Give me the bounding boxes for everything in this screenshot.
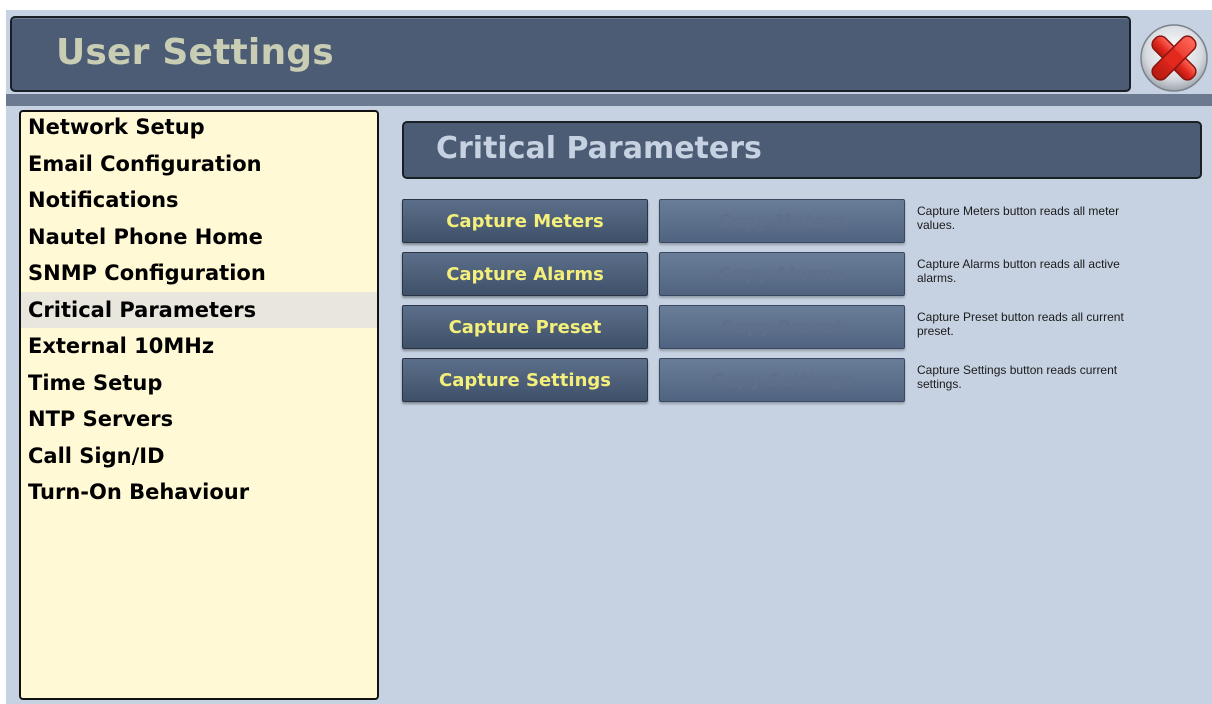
panel-title: Critical Parameters [436, 131, 762, 166]
capture-meters-description: Capture Meters button reads all meter va… [917, 204, 1120, 232]
sidebar-item-external-10mhz[interactable]: External 10MHz [21, 328, 377, 365]
panel-header: Critical Parameters [402, 121, 1202, 179]
settings-sidebar: Network Setup Email Configuration Notifi… [19, 110, 379, 700]
capture-preset-description: Capture Preset button reads all current … [917, 310, 1124, 338]
sidebar-item-turn-on-behaviour[interactable]: Turn-On Behaviour [21, 474, 377, 511]
copy-meters-button[interactable]: Copy Meters [659, 199, 905, 243]
title-bar: User Settings [10, 16, 1131, 92]
sidebar-item-ntp-servers[interactable]: NTP Servers [21, 401, 377, 438]
header-divider [6, 94, 1212, 106]
capture-settings-description: Capture Settings button reads current se… [917, 363, 1118, 391]
close-button[interactable] [1139, 18, 1209, 94]
sidebar-item-nautel-phone-home[interactable]: Nautel Phone Home [21, 219, 377, 256]
sidebar-item-call-sign-id[interactable]: Call Sign/ID [21, 438, 377, 475]
sidebar-item-snmp-configuration[interactable]: SNMP Configuration [21, 255, 377, 292]
sidebar-item-critical-parameters[interactable]: Critical Parameters [21, 291, 377, 328]
copy-settings-button[interactable]: Copy Settings [659, 358, 905, 402]
capture-alarms-button[interactable]: Capture Alarms [402, 252, 648, 296]
close-icon [1140, 24, 1208, 92]
sidebar-item-network-setup[interactable]: Network Setup [21, 112, 377, 146]
copy-alarms-button[interactable]: Copy Alarms [659, 252, 905, 296]
page-title: User Settings [56, 32, 334, 73]
capture-settings-button[interactable]: Capture Settings [402, 358, 648, 402]
capture-alarms-description: Capture Alarms button reads all active a… [917, 257, 1120, 285]
sidebar-item-email-configuration[interactable]: Email Configuration [21, 146, 377, 183]
copy-preset-button[interactable]: Copy Preset [659, 305, 905, 349]
capture-preset-button[interactable]: Capture Preset [402, 305, 648, 349]
sidebar-item-notifications[interactable]: Notifications [21, 182, 377, 219]
sidebar-item-time-setup[interactable]: Time Setup [21, 365, 377, 402]
capture-meters-button[interactable]: Capture Meters [402, 199, 648, 243]
